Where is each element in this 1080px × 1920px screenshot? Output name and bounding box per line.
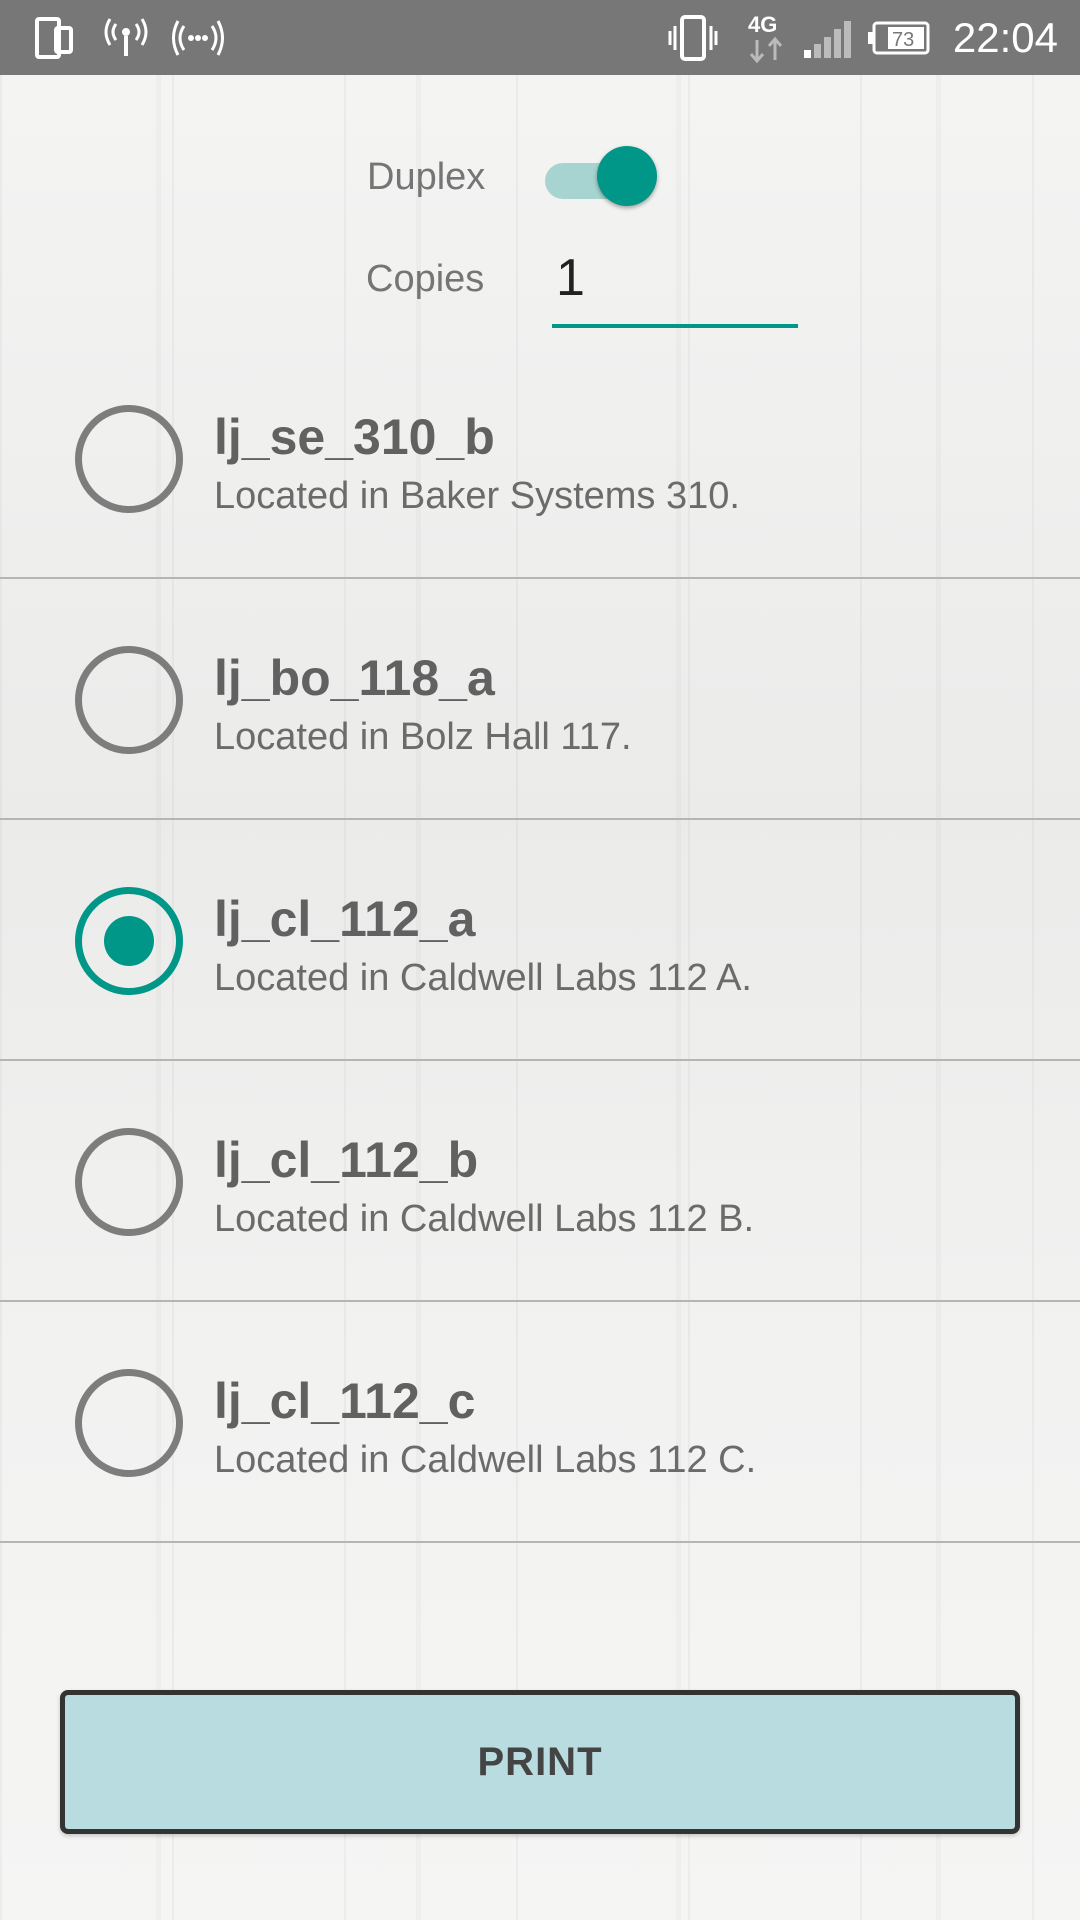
printer-row[interactable]: lj_cl_112_b Located in Caldwell Labs 112… bbox=[0, 1061, 1080, 1302]
4g-data-icon: 4G bbox=[746, 0, 788, 75]
printer-location: Located in Caldwell Labs 112 C. bbox=[214, 1439, 757, 1481]
copies-label: Copies bbox=[366, 258, 485, 300]
vibrate-icon bbox=[668, 0, 718, 75]
printer-name: lj_cl_112_a bbox=[214, 891, 476, 947]
hotspot-icon bbox=[104, 0, 148, 75]
radio-button[interactable] bbox=[75, 646, 183, 754]
printer-row[interactable]: lj_se_310_b Located in Baker Systems 310… bbox=[0, 338, 1080, 579]
copies-input[interactable] bbox=[552, 232, 798, 328]
printer-list: lj_se_310_b Located in Baker Systems 310… bbox=[0, 338, 1080, 1543]
screen-mirror-icon bbox=[34, 0, 74, 75]
printer-name: lj_bo_118_a bbox=[214, 650, 495, 706]
printer-row[interactable]: lj_cl_112_c Located in Caldwell Labs 112… bbox=[0, 1302, 1080, 1543]
radio-button[interactable] bbox=[75, 1128, 183, 1236]
status-bar: 4G 73 22:04 bbox=[0, 0, 1080, 75]
printer-location: Located in Caldwell Labs 112 B. bbox=[214, 1198, 755, 1240]
battery-icon: 73 bbox=[868, 0, 930, 75]
duplex-toggle[interactable] bbox=[545, 146, 660, 206]
printer-location: Located in Caldwell Labs 112 A. bbox=[214, 957, 752, 999]
radio-button[interactable] bbox=[75, 405, 183, 513]
printer-name: lj_cl_112_c bbox=[214, 1373, 476, 1429]
printer-row[interactable]: lj_bo_118_a Located in Bolz Hall 117. bbox=[0, 579, 1080, 820]
printer-name: lj_cl_112_b bbox=[214, 1132, 479, 1188]
signal-icon bbox=[804, 0, 852, 75]
printer-location: Located in Baker Systems 310. bbox=[214, 475, 740, 517]
printer-row[interactable]: lj_cl_112_a Located in Caldwell Labs 112… bbox=[0, 820, 1080, 1061]
toggle-thumb bbox=[597, 146, 657, 206]
printer-name: lj_se_310_b bbox=[214, 409, 495, 465]
svg-text:4G: 4G bbox=[748, 12, 777, 37]
svg-text:73: 73 bbox=[892, 29, 914, 51]
clock: 22:04 bbox=[952, 14, 1058, 61]
print-button[interactable]: PRINT bbox=[60, 1690, 1020, 1834]
duplex-label: Duplex bbox=[367, 156, 486, 198]
printer-location: Located in Bolz Hall 117. bbox=[214, 716, 632, 758]
radio-button[interactable] bbox=[75, 1369, 183, 1477]
radio-button-selected[interactable] bbox=[75, 887, 183, 995]
radio-dot bbox=[104, 916, 154, 966]
nfc-icon bbox=[172, 0, 224, 75]
